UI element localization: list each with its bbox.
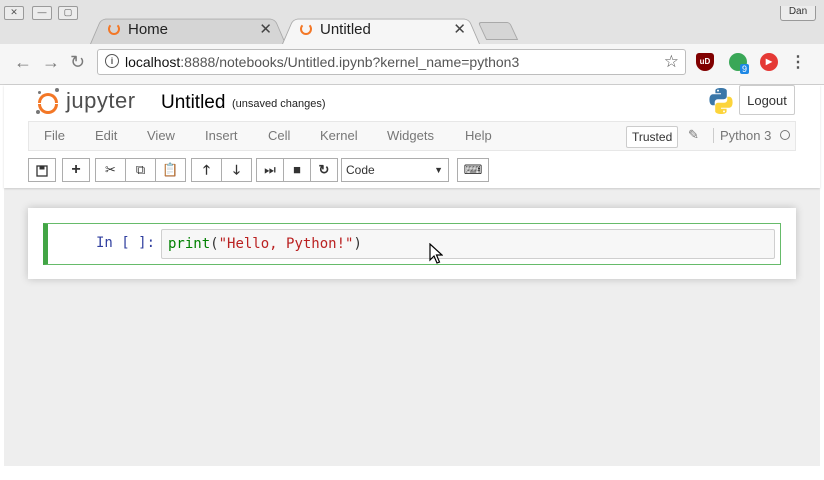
menu-cell[interactable]: Cell: [268, 128, 290, 143]
close-window-icon[interactable]: ✕: [4, 6, 24, 20]
copy-icon[interactable]: ⧉: [125, 158, 156, 182]
cell-type-select[interactable]: Code ▼: [341, 158, 449, 182]
browser-menu-icon[interactable]: ⋮: [790, 52, 806, 72]
bookmark-star-icon[interactable]: ☆: [664, 52, 679, 72]
browser-chrome: ✕ — ▢ Dan Home ✕ Untitled ✕ ← → ↻ i loca…: [0, 0, 824, 84]
profile-button[interactable]: Dan: [780, 6, 816, 21]
notebook-container: In [ ]: print("Hello, Python!"): [28, 208, 796, 279]
insert-cell-icon[interactable]: +: [62, 158, 90, 182]
menu-help[interactable]: Help: [465, 128, 492, 143]
notebook-title[interactable]: Untitled: [161, 92, 225, 114]
new-tab-button[interactable]: [478, 22, 518, 40]
run-icon[interactable]: ⏭: [256, 158, 284, 182]
menu-kernel[interactable]: Kernel: [320, 128, 358, 143]
keyboard-icon[interactable]: ⌨: [457, 158, 489, 182]
menu-insert[interactable]: Insert: [205, 128, 238, 143]
jupyter-header: jupyter Untitled (unsaved changes) Logou…: [4, 85, 820, 188]
minimize-window-icon[interactable]: —: [32, 6, 52, 20]
forward-icon[interactable]: →: [42, 52, 60, 73]
edit-mode-pencil-icon: ✎: [688, 127, 699, 143]
address-bar[interactable]: i localhost:8888/notebooks/Untitled.ipyn…: [97, 49, 686, 75]
menu-edit[interactable]: Edit: [95, 128, 117, 143]
address-url[interactable]: localhost:8888/notebooks/Untitled.ipynb?…: [125, 54, 519, 70]
code-editor[interactable]: print("Hello, Python!"): [161, 229, 775, 259]
code-text[interactable]: print("Hello, Python!"): [168, 236, 362, 252]
tab-title: Untitled: [320, 21, 371, 38]
autosave-status: (unsaved changes): [232, 98, 326, 110]
info-icon[interactable]: i: [105, 54, 119, 68]
menu-widgets[interactable]: Widgets: [387, 128, 434, 143]
tab-strip: ✕ — ▢ Dan Home ✕ Untitled ✕: [0, 0, 824, 44]
kernel-status-icon: [780, 130, 790, 140]
input-prompt: In [ ]:: [96, 235, 155, 251]
paste-icon[interactable]: 📋: [155, 158, 186, 182]
tab-home[interactable]: Home ✕: [90, 15, 286, 44]
close-tab-icon[interactable]: ✕: [453, 20, 466, 38]
reload-icon[interactable]: ↻: [70, 52, 85, 73]
back-icon[interactable]: ←: [14, 52, 32, 73]
jupyter-favicon-icon: [300, 23, 312, 35]
video-extension-icon[interactable]: ▶: [760, 53, 778, 71]
jupyter-logo-icon[interactable]: [36, 88, 60, 116]
code-cell[interactable]: In [ ]: print("Hello, Python!"): [43, 223, 781, 265]
mouse-cursor-icon: [429, 243, 443, 265]
interrupt-icon[interactable]: ■: [283, 158, 311, 182]
logout-button[interactable]: Logout: [739, 85, 795, 115]
menu-view[interactable]: View: [147, 128, 175, 143]
ublock-icon[interactable]: uD: [696, 53, 714, 71]
move-up-icon[interactable]: 🡑: [191, 158, 222, 182]
tab-untitled[interactable]: Untitled ✕: [282, 15, 480, 44]
extension-badge: 9: [740, 64, 749, 74]
close-tab-icon[interactable]: ✕: [259, 20, 272, 38]
notebook-menubar: File Edit View Insert Cell Kernel Widget…: [28, 121, 796, 151]
restart-icon[interactable]: ↻: [310, 158, 338, 182]
python-logo-icon: [707, 87, 735, 115]
jupyter-wordmark[interactable]: jupyter: [66, 88, 136, 114]
jupyter-favicon-icon: [108, 23, 120, 35]
chevron-down-icon: ▼: [434, 159, 443, 181]
save-icon[interactable]: [28, 158, 56, 182]
browser-toolbar: ← → ↻ i localhost:8888/notebooks/Untitle…: [0, 44, 824, 85]
tab-title: Home: [128, 21, 168, 38]
menu-file[interactable]: File: [44, 128, 65, 143]
trusted-indicator[interactable]: Trusted: [626, 126, 678, 148]
kernel-name[interactable]: Python 3: [713, 128, 771, 143]
maximize-window-icon[interactable]: ▢: [58, 6, 78, 20]
move-down-icon[interactable]: 🡓: [221, 158, 252, 182]
cut-icon[interactable]: ✂: [95, 158, 126, 182]
